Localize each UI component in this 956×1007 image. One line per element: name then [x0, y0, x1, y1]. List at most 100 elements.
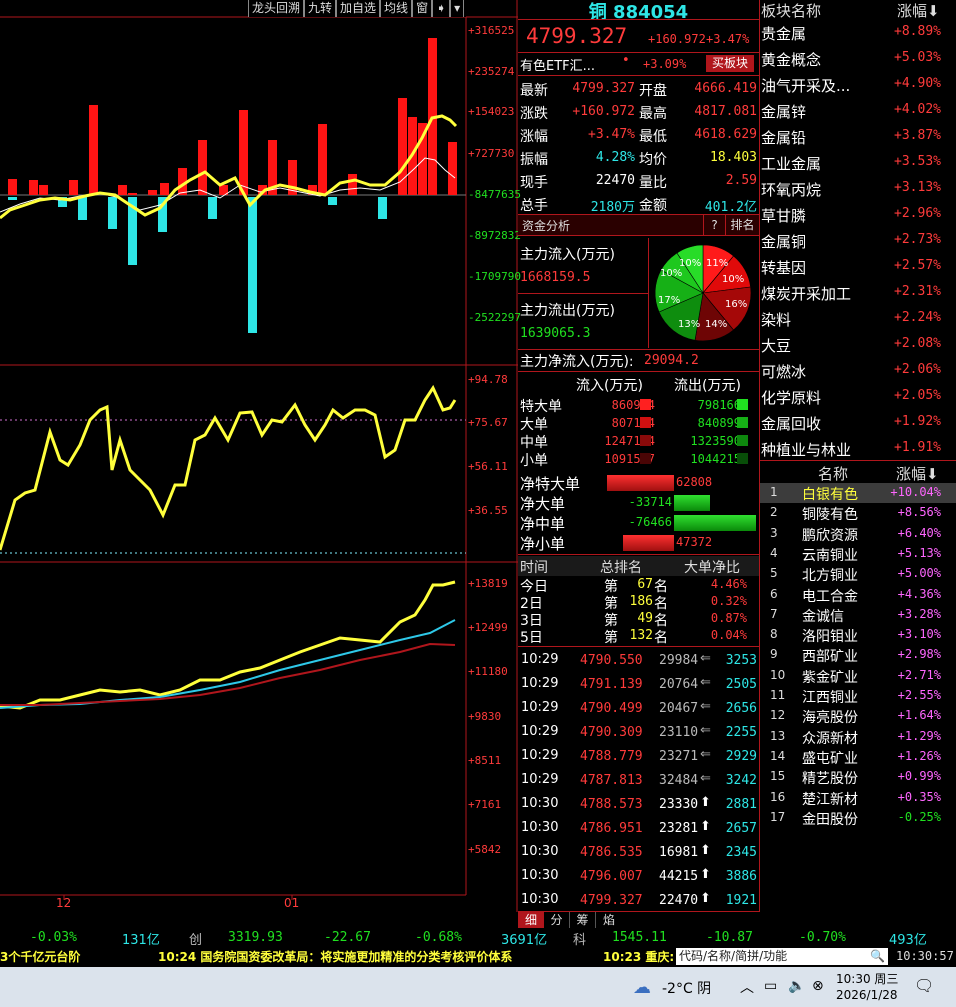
speaker-icon[interactable]: 🔈 [788, 978, 805, 994]
rank-time-header: 时间 [520, 560, 548, 576]
sector-item[interactable]: 草甘膦 +2.96% [760, 202, 956, 228]
help-icon[interactable]: ? [703, 215, 725, 235]
toolbar-nine-button[interactable]: 九转 [304, 0, 337, 17]
notification-icon[interactable]: 🗨 [914, 976, 934, 995]
mute-icon[interactable]: ⊗ [812, 978, 824, 994]
tick-row[interactable]: 10:30 4786.951 23281 ⬆ 2657 [518, 819, 759, 841]
stock-item[interactable]: 17 金田股份 -0.25% [760, 808, 956, 828]
triangle-down-icon[interactable]: ▾ [450, 0, 465, 17]
net-bar-negative [674, 495, 710, 511]
stock-item[interactable]: 2 铜陵有色 +8.56% [760, 503, 956, 523]
stock-item[interactable]: 16 楚江新材 +0.35% [760, 788, 956, 808]
toolbar-add-watch-button[interactable]: 加自选 [336, 0, 381, 17]
tick-row[interactable]: 10:29 4790.309 23110 ⇐ 2255 [518, 723, 759, 745]
tick-row[interactable]: 10:29 4790.499 20467 ⇐ 2656 [518, 699, 759, 721]
stock-index: 3 [770, 525, 778, 540]
stock-item[interactable]: 6 电工合金 +4.36% [760, 585, 956, 605]
cloud-icon[interactable]: ☁ [633, 977, 651, 998]
chart-area[interactable]: 龙头回溯 九转 加自选 均线 窗 ➧ ▾ +316525 +235274 +15… [0, 0, 521, 912]
sector-item[interactable]: 煤炭开采加工 +2.31% [760, 280, 956, 306]
stock-item[interactable]: 9 西部矿业 +2.98% [760, 645, 956, 665]
stock-item[interactable]: 14 盛屯矿业 +1.26% [760, 747, 956, 767]
ticker-text[interactable]: 3个千亿元台阶 [0, 948, 80, 965]
tab-detail[interactable]: 细 [518, 912, 544, 929]
tick-row[interactable]: 10:30 4796.007 44215 ⬆ 3886 [518, 867, 759, 889]
stock-header-name[interactable]: 名称 [818, 463, 848, 484]
tick-row[interactable]: 10:30 4786.535 16981 ⬆ 2345 [518, 843, 759, 865]
taskbar-time[interactable]: 10:30 周三 [836, 970, 898, 987]
sector-name: 环氧丙烷 [761, 181, 822, 199]
axis-label: +12499 [468, 621, 508, 634]
chevron-up-icon[interactable]: ︿ [740, 977, 754, 997]
arrow-right-icon[interactable]: ➧ [432, 0, 451, 17]
stock-item[interactable]: 11 江西铜业 +2.55% [760, 686, 956, 706]
stock-item[interactable]: 10 紫金矿业 +2.71% [760, 666, 956, 686]
rank-button[interactable]: 排名 [725, 215, 759, 235]
tick-row[interactable]: 10:30 4788.573 23330 ⬆ 2881 [518, 795, 759, 817]
rank-ratio: 4.46% [710, 577, 747, 591]
sector-name: 化学原料 [761, 389, 822, 407]
sector-item[interactable]: 贵金属 +8.89% [760, 20, 956, 46]
sector-item[interactable]: 大豆 +2.08% [760, 332, 956, 358]
sector-item[interactable]: 油气开采及... +4.90% [760, 72, 956, 98]
arrow-up-icon: ⬆ [700, 819, 711, 834]
tab-flame[interactable]: 焰 [596, 912, 622, 929]
fund-pie-chart: 11% 10% 16% 14% 13% 17% 10% 10% [654, 244, 752, 342]
status-index-name[interactable]: 创 [189, 929, 202, 948]
stock-item[interactable]: 3 鹏欣资源 +6.40% [760, 524, 956, 544]
windows-taskbar: ☁ -2°C 阴 ︿ ▭ 🔈 ⊗ 10:30 周三 2026/1/28 🗨 [0, 967, 956, 1007]
sector-item[interactable]: 工业金属 +3.53% [760, 150, 956, 176]
stock-item[interactable]: 8 洛阳钼业 +3.10% [760, 625, 956, 645]
stock-item[interactable]: 15 精艺股份 +0.99% [760, 767, 956, 787]
ticker-news[interactable]: 10:24 国务院国资委改革局：将实施更加精准的分类考核评价体系 [158, 948, 512, 965]
buy-block-button[interactable]: 买板块 [706, 55, 754, 72]
sector-item[interactable]: 转基因 +2.57% [760, 254, 956, 280]
toolbar-dragon-button[interactable]: 龙头回溯 [248, 0, 305, 17]
tick-row[interactable]: 10:29 4787.813 32484 ⇐ 3242 [518, 771, 759, 793]
tick-row[interactable]: 10:29 4791.139 20764 ⇐ 2505 [518, 675, 759, 697]
sector-header-name[interactable]: 板块名称 [761, 0, 821, 21]
tick-time: 10:29 [521, 700, 559, 715]
toolbar-ma-button[interactable]: 均线 [380, 0, 413, 17]
network-icon[interactable]: ▭ [764, 978, 777, 994]
flow-out-swatch [737, 417, 748, 428]
sector-pct: +2.31% [894, 284, 941, 299]
tick-row[interactable]: 10:29 4788.779 23271 ⇐ 2929 [518, 747, 759, 769]
tick-price: 4787.813 [580, 773, 643, 788]
sector-item[interactable]: 金属锌 +4.02% [760, 98, 956, 124]
tab-minute[interactable]: 分 [544, 912, 570, 929]
tab-chips[interactable]: 筹 [570, 912, 596, 929]
stock-item[interactable]: 4 云南铜业 +5.13% [760, 544, 956, 564]
search-input[interactable]: 代码/名称/简拼/功能 🔍 [676, 948, 888, 965]
sector-item[interactable]: 化学原料 +2.05% [760, 384, 956, 410]
toolbar-window-button[interactable]: 窗 [412, 0, 433, 17]
arrow-up-icon: ⬆ [700, 891, 711, 906]
ticker-news[interactable]: 10:23 重庆: [603, 948, 674, 965]
etf-name[interactable]: 有色ETF汇... [520, 55, 595, 74]
stock-item[interactable]: 13 众源新材 +1.29% [760, 727, 956, 747]
stock-item[interactable]: 7 金诚信 +3.28% [760, 605, 956, 625]
sector-item[interactable]: 金属回收 +1.92% [760, 410, 956, 436]
stock-name: 云南铜业 [802, 547, 858, 564]
sector-item[interactable]: 种植业与林业 +1.91% [760, 436, 956, 462]
sector-item[interactable]: 金属铜 +2.73% [760, 228, 956, 254]
stock-item[interactable]: 5 北方铜业 +5.00% [760, 564, 956, 584]
sector-item[interactable]: 环氧丙烷 +3.13% [760, 176, 956, 202]
volume-bar-down [248, 197, 257, 333]
tick-row[interactable]: 10:29 4790.550 29984 ⇐ 3253 [518, 651, 759, 673]
status-index2-name[interactable]: 科 [573, 929, 586, 948]
sector-header-pct[interactable]: 涨幅⬇ [897, 0, 940, 21]
sector-item[interactable]: 黄金概念 +5.03% [760, 46, 956, 72]
sector-item[interactable]: 金属铅 +3.87% [760, 124, 956, 150]
volume-bar-up [348, 174, 357, 195]
stock-item[interactable]: 12 海亮股份 +1.64% [760, 706, 956, 726]
stock-header-pct[interactable]: 涨幅⬇ [896, 463, 939, 484]
quote-change-pct: +3.47% [706, 32, 750, 46]
weather-text[interactable]: -2°C 阴 [662, 978, 711, 998]
search-icon[interactable]: 🔍 [870, 948, 885, 965]
stock-item[interactable]: 1 白银有色 +10.04% [760, 483, 956, 503]
sector-item[interactable]: 染料 +2.24% [760, 306, 956, 332]
tick-row[interactable]: 10:30 4799.327 22470 ⬆ 1921 [518, 891, 759, 913]
sector-item[interactable]: 可燃冰 +2.06% [760, 358, 956, 384]
taskbar-date[interactable]: 2026/1/28 [836, 988, 898, 1002]
